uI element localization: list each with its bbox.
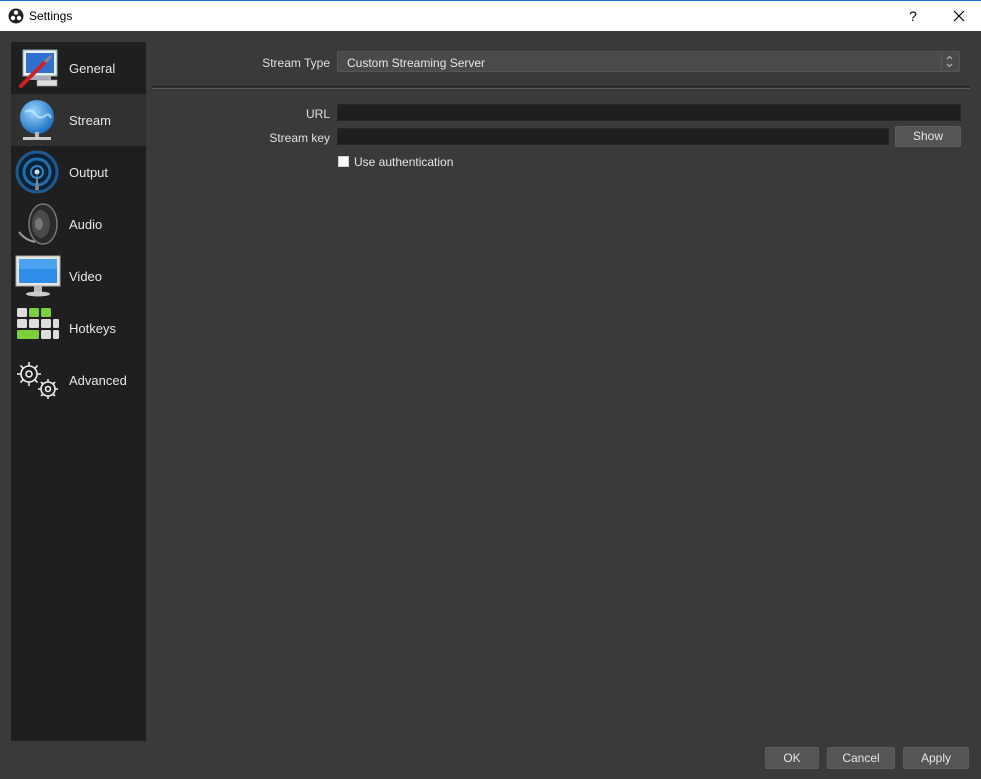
show-key-button[interactable]: Show bbox=[895, 126, 961, 147]
sidebar-item-general[interactable]: General bbox=[11, 42, 146, 94]
spinner-arrows-icon bbox=[941, 54, 957, 69]
sidebar-item-advanced[interactable]: Advanced bbox=[11, 354, 146, 406]
title-bar: Settings ? bbox=[0, 0, 981, 31]
speaker-icon bbox=[18, 203, 58, 245]
sidebar-item-label: Video bbox=[69, 269, 103, 284]
stream-globe-icon bbox=[20, 100, 54, 140]
general-settings-icon bbox=[19, 49, 58, 88]
stream-key-input[interactable] bbox=[337, 128, 889, 145]
sidebar-item-label: General bbox=[69, 61, 116, 76]
sidebar-item-stream[interactable]: Stream bbox=[11, 94, 146, 146]
stream-type-label: Stream Type bbox=[262, 56, 330, 70]
stream-key-label: Stream key bbox=[269, 131, 330, 145]
sidebar-item-label: Audio bbox=[69, 217, 103, 232]
sidebar-item-hotkeys[interactable]: Hotkeys bbox=[11, 302, 146, 354]
cancel-button[interactable]: Cancel bbox=[827, 747, 895, 769]
sidebar-item-label: Stream bbox=[69, 113, 111, 128]
sidebar-item-audio[interactable]: Audio bbox=[11, 198, 146, 250]
output-broadcast-icon bbox=[15, 150, 59, 194]
url-label: URL bbox=[305, 107, 330, 121]
url-input[interactable] bbox=[337, 104, 961, 121]
window-title: Settings bbox=[29, 9, 73, 23]
apply-button[interactable]: Apply bbox=[903, 747, 969, 769]
obs-logo-icon bbox=[8, 8, 24, 24]
gears-icon bbox=[17, 362, 58, 399]
settings-sidebar: General Stream Output Audio Video Hotkey… bbox=[11, 42, 146, 741]
sidebar-item-video[interactable]: Video bbox=[11, 250, 146, 302]
keyboard-icon bbox=[17, 308, 59, 339]
sidebar-item-label: Output bbox=[69, 165, 109, 180]
section-divider bbox=[152, 86, 970, 89]
sidebar-item-label: Hotkeys bbox=[69, 321, 116, 336]
ok-button[interactable]: OK bbox=[765, 747, 819, 769]
sidebar-item-output[interactable]: Output bbox=[11, 146, 146, 198]
stream-type-value: Custom Streaming Server bbox=[347, 56, 486, 70]
use-authentication-label: Use authentication bbox=[354, 155, 454, 169]
monitor-icon bbox=[15, 255, 61, 297]
close-icon bbox=[953, 10, 965, 22]
help-button[interactable]: ? bbox=[898, 1, 928, 31]
use-authentication-checkbox[interactable] bbox=[338, 156, 349, 167]
sidebar-item-label: Advanced bbox=[69, 373, 127, 388]
stream-type-select[interactable]: Custom Streaming Server bbox=[337, 51, 960, 72]
close-button[interactable] bbox=[936, 1, 981, 31]
